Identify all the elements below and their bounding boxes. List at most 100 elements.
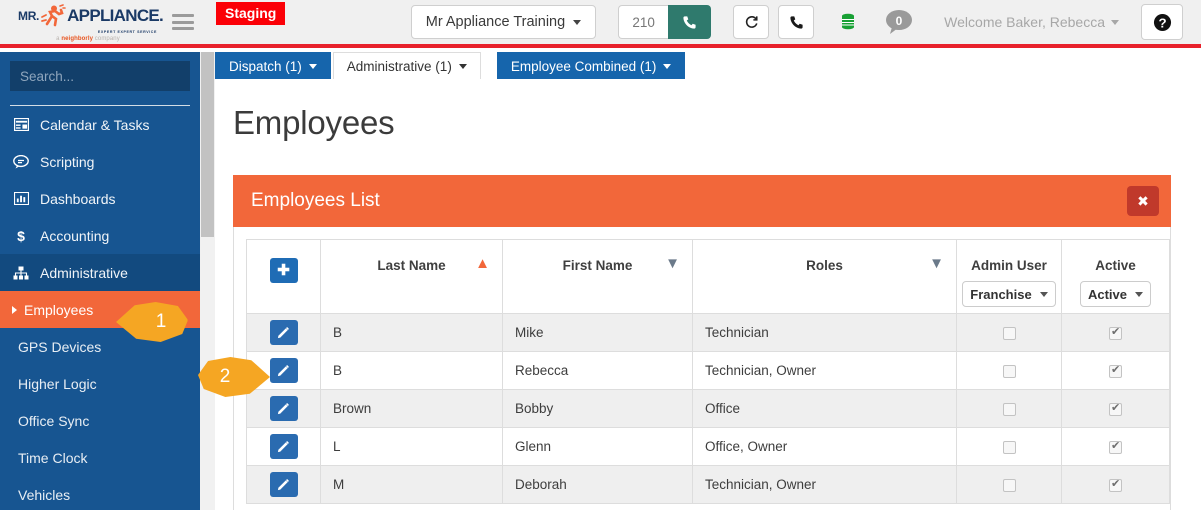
cell-active [1062,390,1170,428]
tab-label: Employee Combined (1) [511,59,657,74]
edit-row-button[interactable] [270,358,298,383]
edit-row-button[interactable] [270,434,298,459]
cell-roles: Technician, Owner [693,466,957,504]
table-row[interactable]: L Glenn Office, Owner [247,428,1170,466]
add-employee-button[interactable]: ✚ [270,258,298,283]
cell-first-name: Mike [503,314,693,352]
sidebar-item-accounting[interactable]: $ Accounting [0,217,200,254]
scrollbar-thumb[interactable] [201,52,214,237]
column-roles[interactable]: Roles ▼ [693,240,957,314]
sidebar-item-scripting[interactable]: Scripting [0,143,200,180]
pencil-icon [277,440,290,453]
hamburger-bar [172,27,194,30]
table-header: ✚ Last Name ▲ First Name ▼ Rol [247,240,1170,314]
chevron-down-icon [1040,292,1048,297]
cell-edit [247,466,321,504]
cell-edit [247,428,321,466]
table-row[interactable]: B Mike Technician [247,314,1170,352]
pencil-icon [277,326,290,339]
admin-user-checkbox[interactable] [1003,441,1016,454]
panel-header: Employees List ✖ [233,175,1171,227]
top-header-controls: Mr Appliance Training 210 [411,4,1201,40]
refresh-button[interactable] [733,5,769,39]
sidebar-item-label: Scripting [40,154,94,170]
hamburger-icon[interactable] [172,14,194,30]
table-row[interactable]: M Deborah Technician, Owner [247,466,1170,504]
chevron-down-icon [459,64,467,69]
sort-descending-icon[interactable]: ▼ [665,256,680,271]
edit-row-button[interactable] [270,396,298,421]
admin-user-checkbox[interactable] [1003,327,1016,340]
table-row[interactable]: B Rebecca Technician, Owner [247,352,1170,390]
sidebar-item-time-clock[interactable]: Time Clock [0,439,200,476]
dollar-icon: $ [10,228,32,244]
active-checkbox[interactable] [1109,327,1122,340]
sidebar-item-dashboards[interactable]: Dashboards [0,180,200,217]
cell-roles: Technician, Owner [693,352,957,390]
active-checkbox[interactable] [1109,479,1122,492]
brand-logo[interactable]: MR. APPLIANCE. EXPERT EXPERT SERVICE a n… [18,0,158,46]
chevron-down-icon [573,20,581,25]
cell-roles: Office, Owner [693,428,957,466]
call-button[interactable] [778,5,814,39]
chevron-down-icon [309,64,317,69]
help-button[interactable]: ? [1141,4,1183,40]
admin-user-checkbox[interactable] [1003,479,1016,492]
active-filter-select[interactable]: Active [1080,281,1151,307]
admin-user-checkbox[interactable] [1003,403,1016,416]
logo-appliance-text: APPLIANCE. [67,7,163,24]
sidebar-item-higher-logic[interactable]: Higher Logic [0,365,200,402]
admin-user-filter-select[interactable]: Franchise [962,281,1055,307]
app-root: MR. APPLIANCE. EXPERT EXPERT SERVICE a n… [0,0,1201,510]
cell-admin-user [957,466,1062,504]
column-label: Roles [806,258,843,273]
sort-ascending-icon[interactable]: ▲ [475,256,490,271]
phone-icon [789,15,804,30]
tab-dispatch[interactable]: Dispatch (1) [215,52,331,79]
close-icon[interactable]: ✖ [1127,186,1159,216]
sidebar-item-label: Calendar & Tasks [40,117,149,133]
bar-chart-icon [10,192,32,205]
column-first-name[interactable]: First Name ▼ [503,240,693,314]
sort-descending-icon[interactable]: ▼ [929,256,944,271]
sidebar-item-calendar-tasks[interactable]: Calendar & Tasks [0,106,200,143]
training-account-select[interactable]: Mr Appliance Training [411,5,596,39]
table-row[interactable]: Brown Bobby Office [247,390,1170,428]
svg-text:$: $ [17,228,25,244]
cell-last-name: L [321,428,503,466]
column-last-name[interactable]: Last Name ▲ [321,240,503,314]
phone-extension-value[interactable]: 210 [618,5,668,39]
phone-extension-group: 210 [618,5,711,39]
active-checkbox[interactable] [1109,441,1122,454]
employees-table: ✚ Last Name ▲ First Name ▼ Rol [246,239,1170,504]
neighborly-post: company [93,36,120,42]
edit-row-button[interactable] [270,320,298,345]
pencil-icon [277,402,290,415]
panel-title: Employees List [251,190,380,212]
search-input[interactable]: Search... [10,61,190,91]
column-active: Active Active [1062,240,1170,314]
active-checkbox[interactable] [1109,403,1122,416]
database-icon[interactable] [840,13,856,31]
panel-body: ✚ Last Name ▲ First Name ▼ Rol [233,227,1171,510]
chat-notifications-button[interactable]: 0 [882,8,916,36]
admin-user-checkbox[interactable] [1003,365,1016,378]
tab-employee-combined[interactable]: Employee Combined (1) [497,52,686,79]
active-checkbox[interactable] [1109,365,1122,378]
tab-administrative[interactable]: Administrative (1) [333,52,481,79]
edit-row-button[interactable] [270,472,298,497]
page-scrollbar[interactable] [200,52,215,510]
phone-dial-button[interactable] [668,5,711,39]
svg-text:0: 0 [896,14,903,28]
sidebar-item-vehicles[interactable]: Vehicles [0,476,200,510]
user-menu[interactable]: Welcome Baker, Rebecca [944,14,1119,30]
logo-mr-text: MR. [18,10,39,22]
sidebar-item-label: Accounting [40,228,109,244]
sidebar-item-administrative[interactable]: Administrative [0,254,200,291]
question-mark-icon: ? [1153,13,1172,32]
cell-roles: Office [693,390,957,428]
chat-bubble-icon: 0 [882,8,916,36]
sidebar-subitem-label: Higher Logic [18,376,97,392]
sidebar-item-office-sync[interactable]: Office Sync [0,402,200,439]
column-label: Last Name [377,258,445,273]
